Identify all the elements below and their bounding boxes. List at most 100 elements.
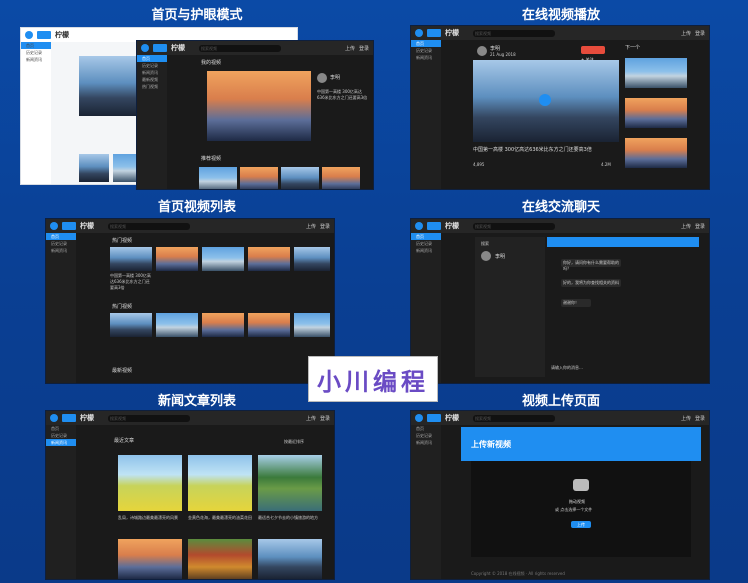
upload-submit-button[interactable]: 上传 xyxy=(571,521,591,528)
logo-icon xyxy=(427,414,441,422)
menu-icon[interactable] xyxy=(415,222,423,230)
sidebar-item-history[interactable]: 历史记录 xyxy=(46,240,76,247)
article-image[interactable] xyxy=(188,455,252,511)
play-icon[interactable] xyxy=(539,94,551,106)
sidebar-item-home[interactable]: 首页 xyxy=(46,425,76,432)
footer-copyright: Copyright © 2018 在线视频 · All rights reser… xyxy=(471,571,565,576)
sidebar-item-home[interactable]: 首页 xyxy=(46,233,76,240)
sidebar-item-news[interactable]: 新闻资讯 xyxy=(137,69,167,76)
sidebar-item-history[interactable]: 历史记录 xyxy=(411,240,441,247)
article-title[interactable]: 乱局，诗城路边最美最漂亮的风景 xyxy=(118,515,182,521)
article-title[interactable]: 金黄色花海，最美最漂亮的油菜花田 xyxy=(188,515,252,521)
hero-thumbnail[interactable] xyxy=(79,56,139,116)
menu-icon[interactable] xyxy=(50,222,58,230)
chat-screen: 柠檬 搜索视频 上传 登录 首页 历史记录 新闻资讯 搜索 李明 你好，请问你有什… xyxy=(410,218,710,384)
login-button[interactable]: 登录 xyxy=(320,223,330,230)
search-input[interactable]: 搜索视频 xyxy=(473,222,555,230)
sidebar-item-news[interactable]: 新闻资讯 xyxy=(46,247,76,254)
article-image[interactable] xyxy=(118,455,182,511)
brand-name: 柠檬 xyxy=(55,31,69,39)
upload-button[interactable]: 上传 xyxy=(306,415,316,422)
sidebar-item-news[interactable]: 新闻资讯 xyxy=(21,56,51,63)
sidebar-item-news[interactable]: 新闻资讯 xyxy=(411,439,441,446)
login-button[interactable]: 登录 xyxy=(695,415,705,422)
search-input[interactable]: 搜索视频 xyxy=(108,222,190,230)
top-bar: 柠檬 搜索视频 上传 登录 xyxy=(46,219,334,233)
sidebar-item-home[interactable]: 首页 xyxy=(411,425,441,432)
sidebar-item-home[interactable]: 首页 xyxy=(137,55,167,62)
upload-title: 上传新视频 xyxy=(471,440,511,449)
upload-dropzone[interactable]: 拖动视频 或 点击选择一个文件 上传 xyxy=(471,461,691,557)
news-header: 最近文章 xyxy=(114,438,135,444)
article-image[interactable] xyxy=(258,455,322,511)
sidebar-item-home[interactable]: 首页 xyxy=(411,233,441,240)
news-screen: 柠檬 搜索视频 上传 登录 首页 历史记录 新闻资讯 最近文章 按最近排序 乱局，… xyxy=(45,410,335,580)
search-input[interactable]: 搜索视频 xyxy=(473,29,555,37)
upload-button[interactable]: 上传 xyxy=(681,30,691,37)
video-thumbnail[interactable] xyxy=(248,247,290,271)
sidebar-item-popular[interactable]: 热门视频 xyxy=(137,83,167,90)
sidebar-item-history[interactable]: 历史记录 xyxy=(137,62,167,69)
sidebar-item-history[interactable]: 历史记录 xyxy=(21,49,51,56)
video-thumbnail[interactable] xyxy=(110,313,152,337)
article-image[interactable] xyxy=(258,539,322,579)
upload-button[interactable]: 上传 xyxy=(681,415,691,422)
upload-button[interactable]: 上传 xyxy=(306,223,316,230)
search-input[interactable]: 搜索视频 xyxy=(108,414,190,422)
search-input[interactable]: 搜索视频 xyxy=(199,44,281,52)
featured-thumbnail[interactable] xyxy=(207,71,311,141)
author-avatar xyxy=(317,73,327,83)
video-thumbnail[interactable] xyxy=(248,313,290,337)
sidebar-item-hot[interactable]: 最新视频 xyxy=(137,76,167,83)
news-filter[interactable]: 按最近排序 xyxy=(284,439,304,445)
video-title: 中国第一高楼 300亿高达636米比东方之门还要高3倍 xyxy=(110,273,151,290)
logo-icon xyxy=(62,222,76,230)
video-thumbnail[interactable] xyxy=(281,167,319,189)
sidebar-item-news[interactable]: 新闻资讯 xyxy=(411,247,441,254)
sidebar-item-news[interactable]: 新闻资讯 xyxy=(46,439,76,446)
login-button[interactable]: 登录 xyxy=(695,223,705,230)
video-thumbnail[interactable] xyxy=(294,247,330,271)
menu-icon[interactable] xyxy=(141,44,149,52)
article-title[interactable]: 最适合七夕节去的小镇旅游的地方 xyxy=(258,515,322,521)
recommend-label: 推荐视频 xyxy=(201,156,222,162)
menu-icon[interactable] xyxy=(415,29,423,37)
upload-button[interactable]: 上传 xyxy=(345,45,355,52)
message-input[interactable]: 请输入你的消息… xyxy=(551,365,583,371)
article-image[interactable] xyxy=(118,539,182,579)
sidebar-item-history[interactable]: 历史记录 xyxy=(411,47,441,54)
video-thumbnail[interactable] xyxy=(322,167,360,189)
sidebar-item-news[interactable]: 新闻资讯 xyxy=(411,54,441,61)
video-thumbnail[interactable] xyxy=(110,247,152,271)
chat-search[interactable]: 搜索 xyxy=(481,241,489,247)
contact-name[interactable]: 李明 xyxy=(495,253,505,260)
video-thumbnail[interactable] xyxy=(199,167,237,189)
login-button[interactable]: 登录 xyxy=(695,30,705,37)
upload-button[interactable]: 上传 xyxy=(681,223,691,230)
video-thumbnail[interactable] xyxy=(294,313,330,337)
next-thumbnail[interactable] xyxy=(625,58,687,88)
login-button[interactable]: 登录 xyxy=(320,415,330,422)
video-thumbnail[interactable] xyxy=(156,247,198,271)
next-thumbnail[interactable] xyxy=(625,98,687,128)
sidebar-item-history[interactable]: 历史记录 xyxy=(46,432,76,439)
article-image[interactable] xyxy=(188,539,252,579)
menu-icon[interactable] xyxy=(25,31,33,39)
menu-icon[interactable] xyxy=(415,414,423,422)
video-thumbnail[interactable] xyxy=(79,154,109,182)
top-bar: 柠檬 搜索视频 上传 登录 xyxy=(411,411,709,425)
video-thumbnail[interactable] xyxy=(156,313,198,337)
sidebar-item-history[interactable]: 历史记录 xyxy=(411,432,441,439)
sidebar-item-home[interactable]: 首页 xyxy=(411,40,441,47)
next-thumbnail[interactable] xyxy=(625,138,687,168)
contact-list: 搜索 李明 xyxy=(475,237,545,377)
follow-button[interactable]: + 关注 xyxy=(581,46,605,62)
sidebar: 首页 历史记录 新闻资讯 xyxy=(46,233,76,383)
search-input[interactable]: 搜索视频 xyxy=(473,414,555,422)
sidebar-item-home[interactable]: 首页 xyxy=(21,42,51,49)
menu-icon[interactable] xyxy=(50,414,58,422)
video-thumbnail[interactable] xyxy=(202,313,244,337)
login-button[interactable]: 登录 xyxy=(359,45,369,52)
video-thumbnail[interactable] xyxy=(202,247,244,271)
video-thumbnail[interactable] xyxy=(240,167,278,189)
